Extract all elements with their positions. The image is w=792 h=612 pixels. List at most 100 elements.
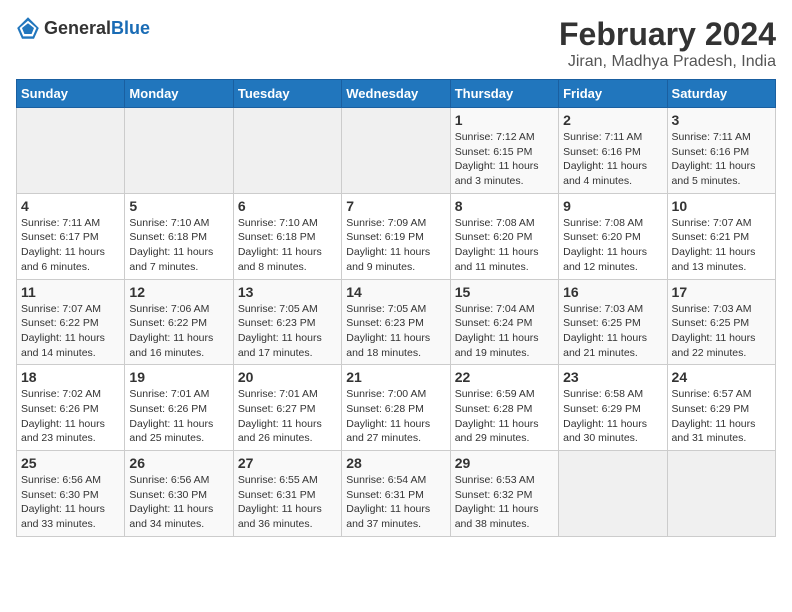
calendar-cell: 28Sunrise: 6:54 AM Sunset: 6:31 PM Dayli… xyxy=(342,451,450,537)
day-info: Sunrise: 7:11 AM Sunset: 6:16 PM Dayligh… xyxy=(563,130,662,189)
day-info: Sunrise: 6:53 AM Sunset: 6:32 PM Dayligh… xyxy=(455,473,554,532)
calendar-cell: 8 Sunrise: 7:08 AM Sunset: 6:20 PM Daylig… xyxy=(450,193,558,279)
calendar-cell: 21 Sunrise: 7:00 AM Sunset: 6:28 PM Dayli… xyxy=(342,365,450,451)
calendar-cell: 24Sunrise: 6:57 AM Sunset: 6:29 PM Dayli… xyxy=(667,365,775,451)
calendar-cell: 13Sunrise: 7:05 AM Sunset: 6:23 PM Dayli… xyxy=(233,279,341,365)
calendar-cell: 17Sunrise: 7:03 AM Sunset: 6:25 PM Dayli… xyxy=(667,279,775,365)
day-info: Sunrise: 7:10 AM Sunset: 6:18 PM Dayligh… xyxy=(129,216,228,275)
calendar-cell: 26 Sunrise: 6:56 AM Sunset: 6:30 PM Dayli… xyxy=(125,451,233,537)
day-number: 10 xyxy=(672,198,771,214)
logo-general: General xyxy=(44,18,111,38)
day-number: 9 xyxy=(563,198,662,214)
calendar-cell: 25 Sunrise: 6:56 AM Sunset: 6:30 PM Dayli… xyxy=(17,451,125,537)
day-info: Sunrise: 7:08 AM Sunset: 6:20 PM Dayligh… xyxy=(455,216,554,275)
calendar-cell: 14 Sunrise: 7:05 AM Sunset: 6:23 PM Dayli… xyxy=(342,279,450,365)
day-info: Sunrise: 7:05 AM Sunset: 6:23 PM Dayligh… xyxy=(238,302,337,361)
calendar-header: Sunday Monday Tuesday Wednesday Thursday… xyxy=(17,80,776,108)
calendar-week-4: 18Sunrise: 7:02 AM Sunset: 6:26 PM Dayli… xyxy=(17,365,776,451)
page-subtitle: Jiran, Madhya Pradesh, India xyxy=(559,53,776,71)
day-number: 22 xyxy=(455,369,554,385)
day-info: Sunrise: 7:01 AM Sunset: 6:26 PM Dayligh… xyxy=(129,387,228,446)
day-info: Sunrise: 7:00 AM Sunset: 6:28 PM Dayligh… xyxy=(346,387,445,446)
page-title: February 2024 xyxy=(559,16,776,53)
col-thursday: Thursday xyxy=(450,80,558,108)
day-info: Sunrise: 7:01 AM Sunset: 6:27 PM Dayligh… xyxy=(238,387,337,446)
calendar-cell: 29 Sunrise: 6:53 AM Sunset: 6:32 PM Dayli… xyxy=(450,451,558,537)
day-number: 6 xyxy=(238,198,337,214)
calendar-cell xyxy=(342,108,450,194)
day-info: Sunrise: 7:10 AM Sunset: 6:18 PM Dayligh… xyxy=(238,216,337,275)
day-number: 16 xyxy=(563,284,662,300)
day-number: 28 xyxy=(346,455,445,471)
day-info: Sunrise: 7:05 AM Sunset: 6:23 PM Dayligh… xyxy=(346,302,445,361)
calendar-week-2: 4 Sunrise: 7:11 AM Sunset: 6:17 PM Daylig… xyxy=(17,193,776,279)
calendar-cell: 7Sunrise: 7:09 AM Sunset: 6:19 PM Daylig… xyxy=(342,193,450,279)
day-info: Sunrise: 7:11 AM Sunset: 6:17 PM Dayligh… xyxy=(21,216,120,275)
logo: GeneralBlue xyxy=(16,16,150,40)
day-number: 18 xyxy=(21,369,120,385)
day-number: 14 xyxy=(346,284,445,300)
calendar-cell: 12 Sunrise: 7:06 AM Sunset: 6:22 PM Dayli… xyxy=(125,279,233,365)
calendar-cell: 5 Sunrise: 7:10 AM Sunset: 6:18 PM Daylig… xyxy=(125,193,233,279)
day-info: Sunrise: 6:56 AM Sunset: 6:30 PM Dayligh… xyxy=(129,473,228,532)
col-saturday: Saturday xyxy=(667,80,775,108)
day-info: Sunrise: 7:06 AM Sunset: 6:22 PM Dayligh… xyxy=(129,302,228,361)
calendar-cell: 11 Sunrise: 7:07 AM Sunset: 6:22 PM Dayli… xyxy=(17,279,125,365)
logo-icon xyxy=(16,16,40,40)
calendar-week-3: 11 Sunrise: 7:07 AM Sunset: 6:22 PM Dayli… xyxy=(17,279,776,365)
day-number: 29 xyxy=(455,455,554,471)
calendar-cell: 23 Sunrise: 6:58 AM Sunset: 6:29 PM Dayli… xyxy=(559,365,667,451)
calendar-cell: 18Sunrise: 7:02 AM Sunset: 6:26 PM Dayli… xyxy=(17,365,125,451)
calendar-cell: 2 Sunrise: 7:11 AM Sunset: 6:16 PM Daylig… xyxy=(559,108,667,194)
days-of-week-row: Sunday Monday Tuesday Wednesday Thursday… xyxy=(17,80,776,108)
title-area: February 2024 Jiran, Madhya Pradesh, Ind… xyxy=(559,16,776,71)
col-monday: Monday xyxy=(125,80,233,108)
day-number: 25 xyxy=(21,455,120,471)
day-info: Sunrise: 7:09 AM Sunset: 6:19 PM Dayligh… xyxy=(346,216,445,275)
day-info: Sunrise: 6:55 AM Sunset: 6:31 PM Dayligh… xyxy=(238,473,337,532)
day-info: Sunrise: 7:03 AM Sunset: 6:25 PM Dayligh… xyxy=(563,302,662,361)
day-info: Sunrise: 7:12 AM Sunset: 6:15 PM Dayligh… xyxy=(455,130,554,189)
calendar-cell: 9Sunrise: 7:08 AM Sunset: 6:20 PM Daylig… xyxy=(559,193,667,279)
calendar-cell: 3Sunrise: 7:11 AM Sunset: 6:16 PM Daylig… xyxy=(667,108,775,194)
calendar-week-1: 1 Sunrise: 7:12 AM Sunset: 6:15 PM Daylig… xyxy=(17,108,776,194)
calendar-cell: 15 Sunrise: 7:04 AM Sunset: 6:24 PM Dayli… xyxy=(450,279,558,365)
day-number: 12 xyxy=(129,284,228,300)
day-number: 21 xyxy=(346,369,445,385)
logo-text: GeneralBlue xyxy=(44,18,150,39)
col-tuesday: Tuesday xyxy=(233,80,341,108)
col-sunday: Sunday xyxy=(17,80,125,108)
calendar-cell: 19 Sunrise: 7:01 AM Sunset: 6:26 PM Dayli… xyxy=(125,365,233,451)
day-number: 19 xyxy=(129,369,228,385)
day-info: Sunrise: 7:04 AM Sunset: 6:24 PM Dayligh… xyxy=(455,302,554,361)
day-number: 11 xyxy=(21,284,120,300)
day-number: 3 xyxy=(672,112,771,128)
day-info: Sunrise: 6:56 AM Sunset: 6:30 PM Dayligh… xyxy=(21,473,120,532)
day-info: Sunrise: 6:59 AM Sunset: 6:28 PM Dayligh… xyxy=(455,387,554,446)
day-number: 26 xyxy=(129,455,228,471)
calendar-cell xyxy=(559,451,667,537)
day-number: 15 xyxy=(455,284,554,300)
calendar-cell xyxy=(667,451,775,537)
calendar-cell: 20 Sunrise: 7:01 AM Sunset: 6:27 PM Dayli… xyxy=(233,365,341,451)
day-info: Sunrise: 6:58 AM Sunset: 6:29 PM Dayligh… xyxy=(563,387,662,446)
calendar-table: Sunday Monday Tuesday Wednesday Thursday… xyxy=(16,79,776,537)
calendar-cell: 22 Sunrise: 6:59 AM Sunset: 6:28 PM Dayli… xyxy=(450,365,558,451)
day-number: 2 xyxy=(563,112,662,128)
calendar-cell: 27Sunrise: 6:55 AM Sunset: 6:31 PM Dayli… xyxy=(233,451,341,537)
page-header: GeneralBlue February 2024 Jiran, Madhya … xyxy=(16,16,776,71)
day-number: 20 xyxy=(238,369,337,385)
col-friday: Friday xyxy=(559,80,667,108)
day-number: 1 xyxy=(455,112,554,128)
day-number: 5 xyxy=(129,198,228,214)
day-number: 17 xyxy=(672,284,771,300)
calendar-cell: 16 Sunrise: 7:03 AM Sunset: 6:25 PM Dayli… xyxy=(559,279,667,365)
day-number: 23 xyxy=(563,369,662,385)
day-info: Sunrise: 7:07 AM Sunset: 6:22 PM Dayligh… xyxy=(21,302,120,361)
calendar-cell xyxy=(17,108,125,194)
day-number: 4 xyxy=(21,198,120,214)
day-number: 8 xyxy=(455,198,554,214)
calendar-cell: 10Sunrise: 7:07 AM Sunset: 6:21 PM Dayli… xyxy=(667,193,775,279)
calendar-cell: 6 Sunrise: 7:10 AM Sunset: 6:18 PM Daylig… xyxy=(233,193,341,279)
calendar-cell xyxy=(125,108,233,194)
